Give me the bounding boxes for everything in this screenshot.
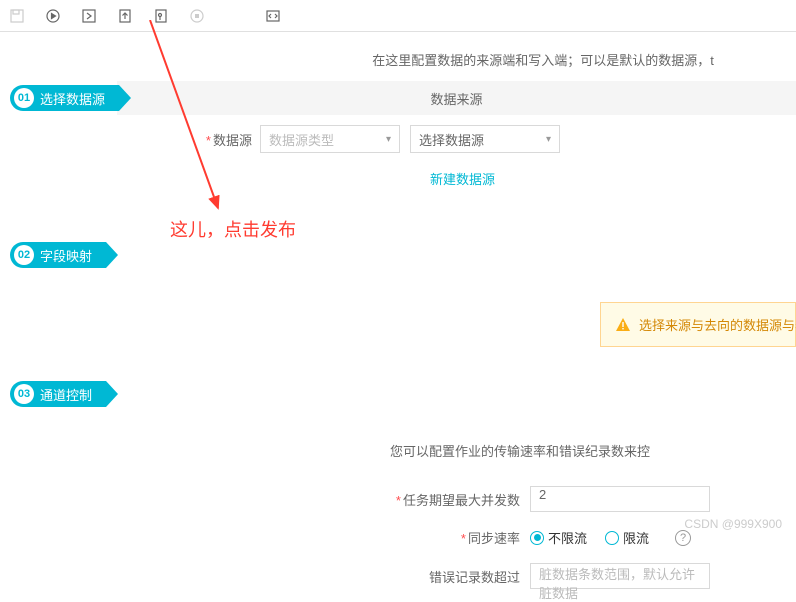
chevron-down-icon: ▾ bbox=[546, 134, 551, 145]
step-1-tag: 01 选择数据源 bbox=[10, 85, 119, 111]
stop-icon[interactable] bbox=[188, 7, 206, 25]
format-icon[interactable] bbox=[152, 7, 170, 25]
step-3-num: 03 bbox=[14, 384, 34, 404]
code-icon[interactable] bbox=[264, 7, 282, 25]
watermark: CSDN @999X900 bbox=[684, 517, 782, 531]
max-conc-label: *任务期望最大并发数 bbox=[360, 490, 530, 509]
step-3-header: 03 通道控制 bbox=[10, 377, 796, 411]
play-icon[interactable] bbox=[44, 7, 62, 25]
chevron-down-icon: ▾ bbox=[386, 134, 391, 145]
intro-text: 在这里配置数据的来源端和写入端；可以是默认的数据源，t bbox=[290, 32, 796, 77]
err-input[interactable]: 脏数据条数范围，默认允许脏数据 bbox=[530, 563, 710, 589]
source-select-placeholder: 选择数据源 bbox=[419, 130, 484, 149]
source-row: *数据源 数据源类型 ▾ 选择数据源 ▾ bbox=[170, 115, 796, 163]
rate-unlimited-radio[interactable]: 不限流 bbox=[530, 528, 587, 547]
warning-icon bbox=[615, 317, 631, 333]
err-label: 错误记录数超过 bbox=[360, 567, 530, 586]
toolbar bbox=[0, 0, 796, 32]
step-1-label: 选择数据源 bbox=[40, 89, 105, 108]
step-1-title: 数据来源 bbox=[117, 81, 796, 115]
max-conc-input[interactable]: 2 bbox=[530, 486, 710, 512]
max-conc-row: *任务期望最大并发数 2 bbox=[360, 478, 796, 520]
err-row: 错误记录数超过 脏数据条数范围，默认允许脏数据 bbox=[360, 555, 796, 597]
help-icon[interactable]: ? bbox=[675, 530, 691, 546]
publish-icon[interactable] bbox=[116, 7, 134, 25]
source-type-placeholder: 数据源类型 bbox=[269, 130, 334, 149]
rate-limited-radio[interactable]: 限流 bbox=[605, 528, 649, 547]
step-1-num: 01 bbox=[14, 88, 34, 108]
rate-radio-group: 不限流 限流 ? bbox=[530, 528, 691, 547]
step-2-num: 02 bbox=[14, 245, 34, 265]
source-label: *数据源 bbox=[170, 130, 260, 149]
channel-desc: 您可以配置作业的传输速率和错误纪录数来控 bbox=[390, 411, 796, 478]
step-2-label: 字段映射 bbox=[40, 246, 92, 265]
rate-label: *同步速率 bbox=[360, 528, 530, 547]
source-select[interactable]: 选择数据源 ▾ bbox=[410, 125, 560, 153]
step-3-label: 通道控制 bbox=[40, 385, 92, 404]
save-icon[interactable] bbox=[8, 7, 26, 25]
step-2-tag: 02 字段映射 bbox=[10, 242, 106, 268]
new-source-link[interactable]: 新建数据源 bbox=[430, 172, 495, 187]
step-2-header: 02 字段映射 bbox=[10, 238, 796, 272]
step-1-header: 01 选择数据源 数据来源 bbox=[10, 81, 796, 115]
next-icon[interactable] bbox=[80, 7, 98, 25]
source-type-select[interactable]: 数据源类型 ▾ bbox=[260, 125, 400, 153]
warning-box: 选择来源与去向的数据源与表 bbox=[600, 302, 796, 347]
warning-text: 选择来源与去向的数据源与表 bbox=[639, 315, 796, 334]
step-3-tag: 03 通道控制 bbox=[10, 381, 106, 407]
annotation-text: 这儿，点击发布 bbox=[170, 216, 296, 242]
